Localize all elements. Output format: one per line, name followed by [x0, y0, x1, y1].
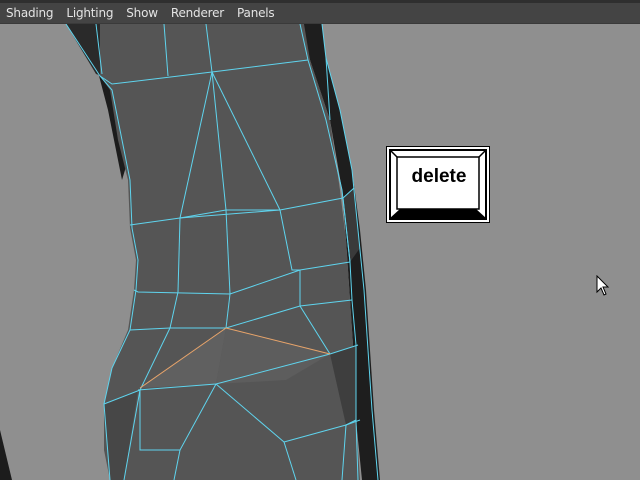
maya-viewport-window: Shading Lighting Show Renderer Panels de…	[0, 0, 640, 480]
menu-panels[interactable]: Panels	[231, 6, 281, 20]
delete-key-label: delete	[411, 166, 467, 187]
menu-show[interactable]: Show	[120, 6, 165, 20]
delete-key-overlay: delete	[386, 146, 490, 223]
polygon-mesh-view[interactable]	[0, 24, 640, 480]
3d-viewport[interactable]: delete	[0, 24, 640, 480]
menu-shading[interactable]: Shading	[0, 6, 60, 20]
viewport-menubar: Shading Lighting Show Renderer Panels	[0, 0, 640, 24]
mesh-bottom-left-corner	[0, 430, 12, 480]
menu-lighting[interactable]: Lighting	[60, 6, 120, 20]
menubar-top-border	[0, 0, 640, 3]
menu-renderer[interactable]: Renderer	[165, 6, 231, 20]
